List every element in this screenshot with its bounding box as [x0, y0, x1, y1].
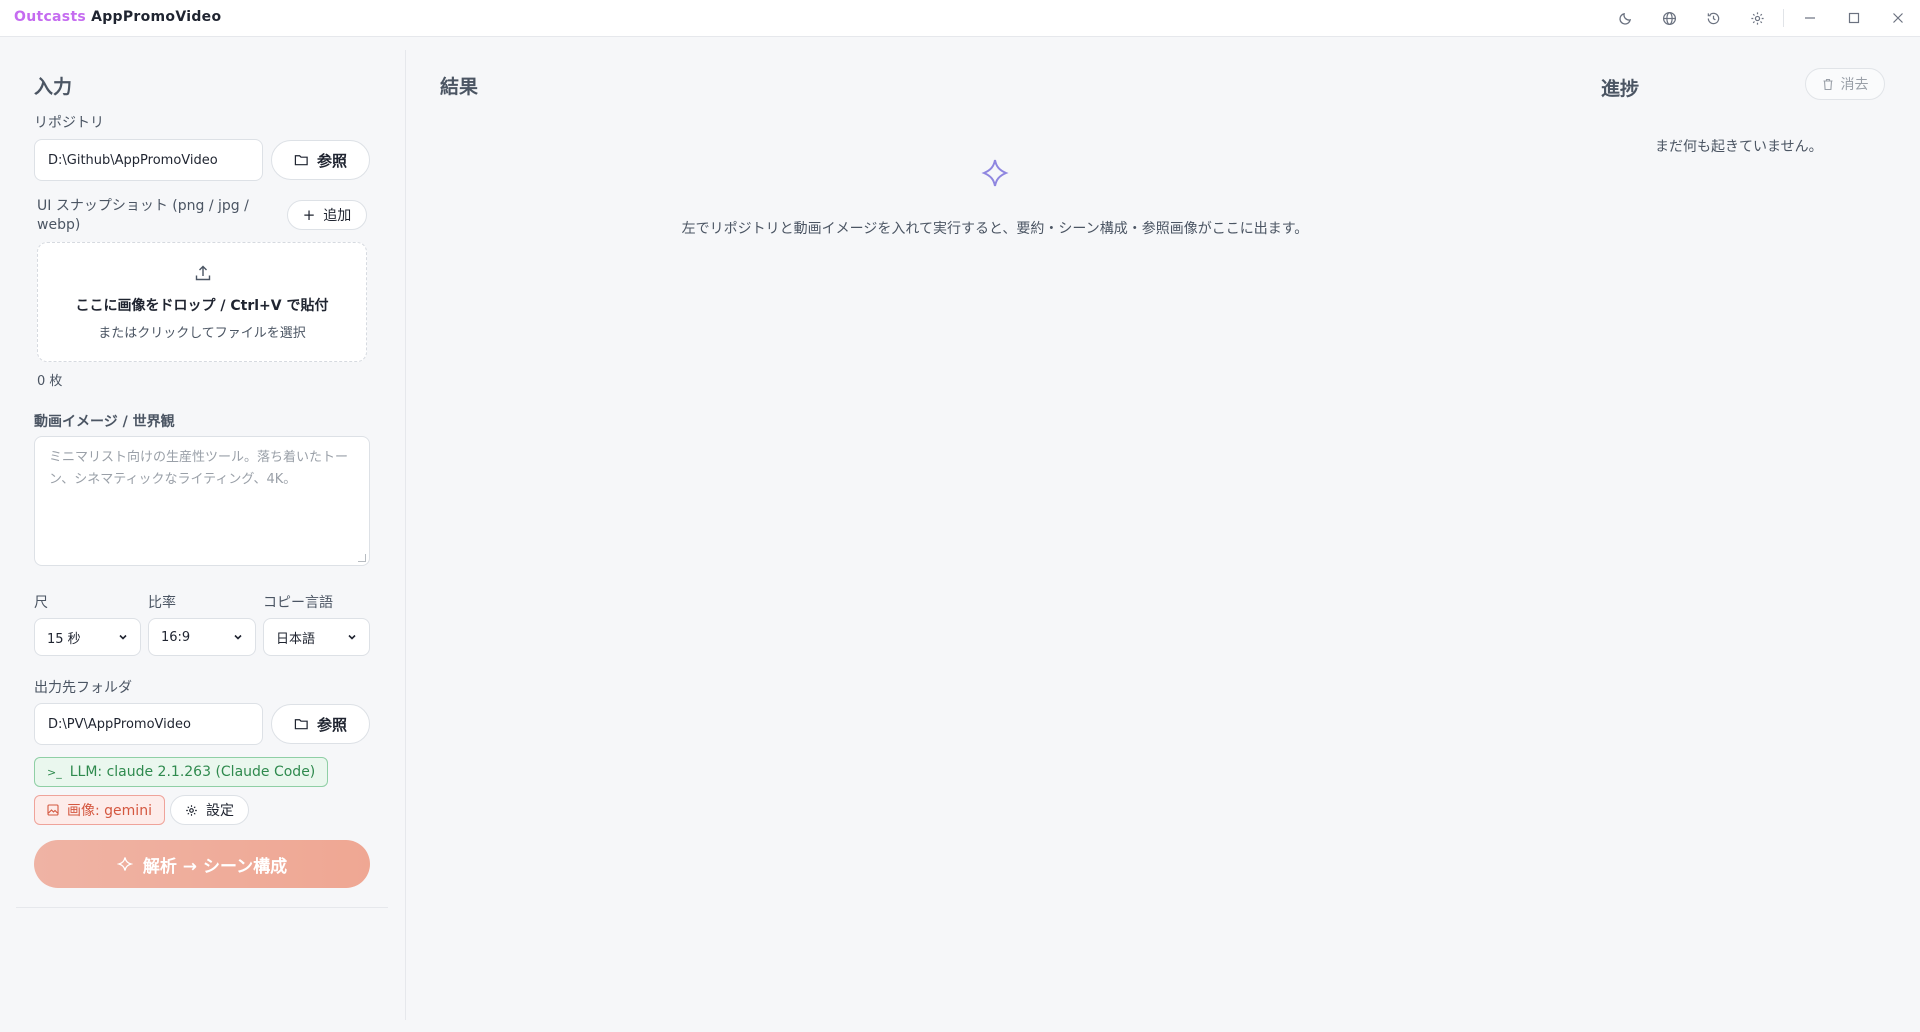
moon-icon[interactable] — [1614, 7, 1636, 29]
repo-browse-label: 参照 — [316, 151, 347, 170]
snapshot-label-line2: webp) — [37, 217, 81, 233]
chevron-down-icon — [234, 634, 242, 640]
snapshot-dropzone[interactable]: ここに画像をドロップ / Ctrl+V で貼付 またはクリックしてファイルを選択 — [37, 242, 367, 362]
vision-label: 動画イメージ / 世界観 — [34, 414, 175, 430]
clear-label: 消去 — [1840, 77, 1869, 93]
progress-empty-message: まだ何も起きていません。 — [1655, 139, 1823, 155]
dropzone-sub-text: またはクリックしてファイルを選択 — [98, 326, 306, 341]
length-label: 尺 — [34, 595, 48, 611]
vision-textarea[interactable]: ミニマリスト向けの生産性ツール。落ち着いたトーン、シネマティックなライティング、… — [34, 436, 370, 566]
app-brand: Outcasts AppPromoVideo — [14, 9, 221, 25]
lang-select[interactable]: 日本語 — [263, 618, 370, 656]
lang-label: コピー言語 — [263, 595, 333, 611]
gear-icon — [186, 804, 197, 816]
input-title: 入力 — [34, 76, 73, 98]
close-icon[interactable] — [1887, 7, 1909, 29]
brand-prefix: Outcasts — [14, 9, 87, 25]
repo-label: リポジトリ — [34, 115, 104, 131]
repo-path-input[interactable]: D:\Github\AppPromoVideo — [34, 139, 263, 181]
minimize-icon[interactable] — [1799, 7, 1821, 29]
output-browse-label: 参照 — [316, 715, 347, 734]
chevron-down-icon — [348, 634, 356, 640]
image-icon — [47, 804, 59, 816]
terminal-icon: >_ — [47, 765, 62, 779]
image-status-badge: 画像: gemini — [34, 795, 165, 825]
result-empty-message: 左でリポジトリと動画イメージを入れて実行すると、要約・シーン構成・参照画像がここ… — [681, 221, 1309, 237]
llm-status-badge: >_ LLM: claude 2.1.263 (Claude Code) — [34, 757, 329, 787]
history-icon[interactable] — [1702, 7, 1724, 29]
title-bar: Outcasts AppPromoVideo — [0, 0, 1920, 37]
snapshot-count: 0 枚 — [37, 374, 63, 389]
resize-handle[interactable] — [358, 554, 366, 562]
sparkle-icon — [116, 857, 133, 871]
dropzone-main-text: ここに画像をドロップ / Ctrl+V で貼付 — [75, 298, 329, 314]
folder-icon — [294, 155, 308, 166]
output-path-input[interactable]: D:\PV\AppPromoVideo — [34, 703, 263, 745]
result-title: 結果 — [440, 76, 479, 98]
sparkle-icon — [980, 158, 1010, 188]
output-browse-button[interactable]: 参照 — [271, 704, 370, 744]
progress-title: 進捗 — [1601, 78, 1640, 100]
panel-divider — [405, 50, 406, 1020]
add-snapshot-label: 追加 — [323, 208, 352, 224]
snapshot-label: UI スナップショット (png / jpg / webp) — [37, 197, 249, 235]
trash-icon — [1823, 78, 1832, 90]
output-folder-label: 出力先フォルダ — [34, 680, 132, 696]
llm-status-text: LLM: claude 2.1.263 (Claude Code) — [69, 764, 316, 780]
maximize-icon[interactable] — [1843, 7, 1865, 29]
add-snapshot-button[interactable]: + 追加 — [287, 200, 367, 230]
llm-settings-button[interactable]: 設定 — [170, 795, 249, 825]
globe-icon[interactable] — [1658, 7, 1680, 29]
length-select-value: 15 秒 — [47, 631, 81, 647]
clear-progress-button[interactable]: 消去 — [1805, 68, 1885, 100]
gear-icon[interactable] — [1746, 7, 1768, 29]
snapshot-label-line1: UI スナップショット (png / jpg / — [37, 198, 249, 214]
chevron-down-icon — [119, 634, 127, 640]
vision-placeholder: ミニマリスト向けの生産性ツール。落ち着いたトーン、シネマティックなライティング、… — [49, 450, 349, 487]
ratio-label: 比率 — [148, 595, 176, 611]
analyze-run-button[interactable]: 解析 → シーン構成 — [34, 840, 370, 888]
length-select[interactable]: 15 秒 — [34, 618, 141, 656]
brand-name: AppPromoVideo — [91, 9, 222, 25]
plus-icon: + — [302, 206, 316, 224]
image-status-text: 画像: gemini — [67, 803, 152, 819]
repo-browse-button[interactable]: 参照 — [271, 140, 370, 180]
folder-icon — [294, 719, 308, 730]
lang-select-value: 日本語 — [276, 631, 316, 647]
ratio-select-value: 16:9 — [161, 629, 191, 645]
ratio-select[interactable]: 16:9 — [148, 618, 256, 656]
titlebar-separator — [1783, 9, 1784, 27]
settings-label: 設定 — [206, 803, 234, 819]
upload-icon — [193, 263, 213, 283]
run-button-label: 解析 → シーン構成 — [142, 856, 288, 877]
